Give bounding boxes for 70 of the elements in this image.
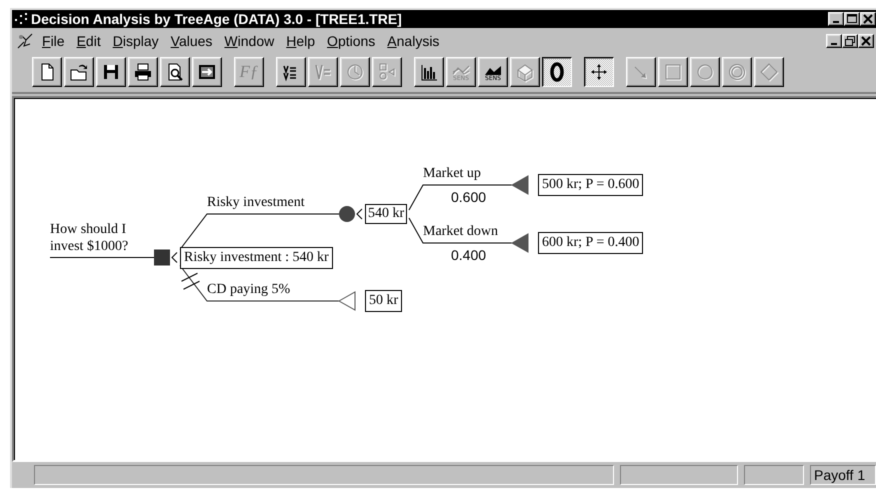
menu-item[interactable]: Display — [106, 33, 165, 49]
maximize-button[interactable] — [844, 12, 860, 26]
minimize-button[interactable] — [826, 34, 842, 48]
chance-node[interactable] — [339, 206, 355, 222]
restore-icon — [844, 35, 856, 47]
status-panel — [744, 465, 804, 485]
probability-label: 0.400 — [451, 247, 486, 263]
node-shapes-icon — [377, 62, 397, 82]
menu-item[interactable]: Window — [218, 33, 280, 49]
double-circle-icon — [727, 62, 747, 82]
menu-item[interactable]: Values — [164, 33, 218, 49]
ring-button[interactable] — [542, 57, 572, 87]
pointer-mark — [171, 252, 178, 263]
pointer-mark — [356, 208, 362, 220]
minimize-icon — [833, 21, 839, 23]
menu-item[interactable]: File — [36, 33, 71, 49]
open-folder-button[interactable] — [64, 57, 94, 87]
minimize-button[interactable] — [828, 12, 844, 26]
branch-label: CD paying 5% — [207, 282, 290, 298]
printer-icon — [133, 62, 153, 82]
close-icon — [862, 13, 874, 25]
equals-icon — [313, 62, 333, 82]
circle-icon — [695, 62, 715, 82]
diamond-icon — [759, 62, 779, 82]
menu-item[interactable]: Analysis — [381, 33, 446, 49]
move-icon — [589, 62, 609, 82]
window-title: Decision Analysis by TreeAge (DATA) 3.0 - [TREE1.TRE] — [31, 11, 403, 27]
maximize-icon — [846, 13, 858, 25]
new-file-button[interactable] — [32, 57, 62, 87]
close-button[interactable] — [858, 34, 874, 48]
branch-line[interactable] — [180, 214, 340, 250]
branch-label: Market up — [423, 166, 481, 182]
bar-chart-icon — [419, 62, 439, 82]
menu-item[interactable]: Options — [321, 33, 382, 49]
terminal-node[interactable] — [510, 175, 528, 195]
branch-label: Risky investment — [207, 195, 305, 211]
dice-icon — [515, 62, 535, 82]
equals-list-button[interactable] — [276, 57, 306, 87]
branch-line[interactable] — [408, 218, 512, 244]
floppy-disk-button[interactable] — [96, 57, 126, 87]
magnifier-page-button[interactable] — [160, 57, 190, 87]
terminal-node[interactable] — [338, 291, 356, 311]
arrow-frame-button[interactable] — [192, 57, 222, 87]
decision-node[interactable] — [154, 250, 170, 266]
expected-value-box: 540 kr — [365, 204, 408, 224]
move-button[interactable] — [584, 57, 614, 87]
payoff-box: 600 kr; P = 0.400 — [538, 232, 644, 254]
terminal-node[interactable] — [510, 233, 528, 253]
app-icon[interactable] — [14, 12, 28, 26]
menu-item[interactable]: Help — [280, 33, 322, 49]
close-icon — [860, 35, 872, 47]
menu-item[interactable]: Edit — [70, 33, 107, 49]
open-folder-icon — [69, 62, 89, 82]
branch-line[interactable] — [180, 265, 340, 302]
node-question: How should I invest $1000? — [50, 220, 128, 254]
probability-label: 0.600 — [451, 189, 486, 205]
square-icon — [663, 62, 683, 82]
minimize-icon — [831, 43, 837, 45]
branch-line[interactable] — [408, 184, 512, 210]
payoff-box: 50 kr — [365, 290, 402, 312]
payoff-box: 500 kr; P = 0.600 — [538, 174, 644, 196]
decision-result-box: Risky investment : 540 kr — [180, 246, 333, 268]
arrow-frame-icon — [197, 62, 217, 82]
clock-icon — [345, 62, 365, 82]
branch-label: Market down — [423, 224, 498, 240]
restore-button[interactable] — [842, 34, 858, 48]
bar-chart-button[interactable] — [414, 57, 444, 87]
close-button[interactable] — [860, 12, 876, 26]
status-panel: Payoff 1 — [810, 465, 876, 485]
printer-button[interactable] — [128, 57, 158, 87]
